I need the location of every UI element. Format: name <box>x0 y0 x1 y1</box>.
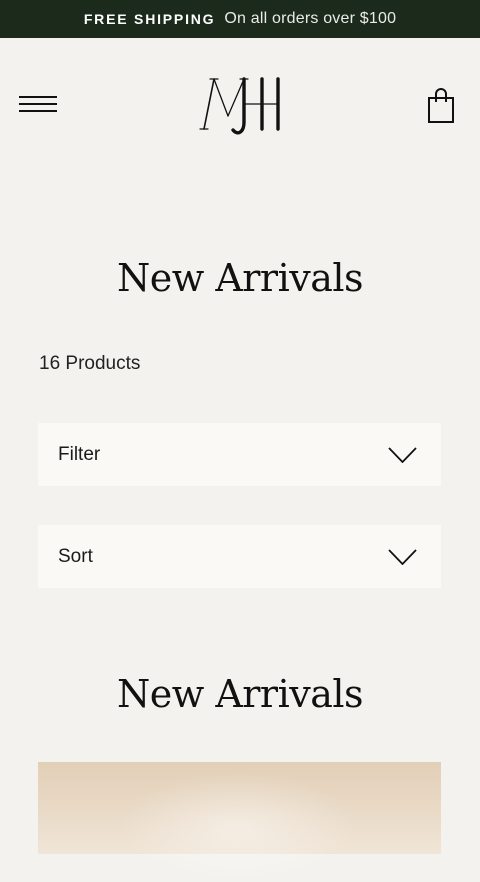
brand-logo[interactable] <box>198 72 282 136</box>
filter-dropdown[interactable]: Filter <box>38 423 441 486</box>
chevron-down-icon <box>388 446 417 463</box>
section-title: New Arrivals <box>116 672 364 716</box>
sort-label: Sort <box>58 545 93 567</box>
product-count: 16 Products <box>39 353 141 374</box>
filter-label: Filter <box>58 443 101 465</box>
announcement-light-text: On all orders over $100 <box>224 10 397 27</box>
announcement-strong-text: FREE SHIPPING <box>83 11 216 27</box>
chevron-down-icon <box>388 548 417 565</box>
hamburger-menu-icon[interactable] <box>19 96 57 114</box>
announcement-bar: FREE SHIPPING On all orders over $100 <box>0 0 480 38</box>
sort-dropdown[interactable]: Sort <box>38 525 441 588</box>
shopping-bag-icon[interactable] <box>427 88 455 124</box>
page-title: New Arrivals <box>116 256 364 300</box>
product-image[interactable] <box>38 762 441 882</box>
site-header <box>0 38 480 168</box>
